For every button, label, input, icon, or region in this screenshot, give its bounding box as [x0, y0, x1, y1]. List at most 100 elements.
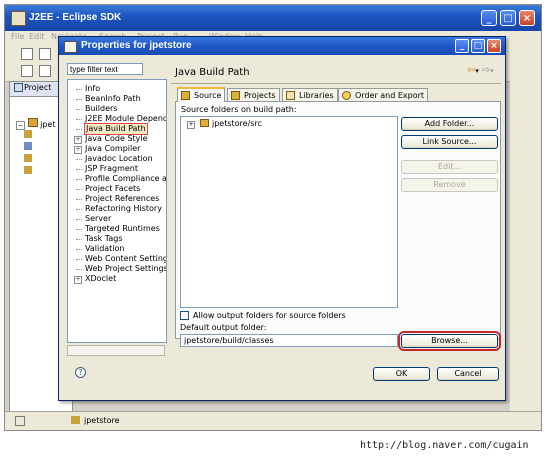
status-bar: jpetstore: [5, 411, 541, 430]
dialog-title-bar: Properties for jpetstore _ □ ×: [59, 37, 505, 55]
project-icon: [71, 416, 80, 424]
nav-item[interactable]: Java Compiler: [85, 144, 140, 154]
source-folder-icon: [200, 119, 209, 127]
add-folder-button[interactable]: Add Folder...: [401, 117, 498, 131]
default-output-field[interactable]: jpetstore/build/classes: [180, 334, 398, 347]
expand-icon[interactable]: +: [74, 136, 82, 144]
maximize-icon[interactable]: □: [500, 10, 516, 26]
allow-output-folders-checkbox[interactable]: [180, 311, 189, 320]
project-icon: [231, 91, 240, 100]
collapse-icon[interactable]: −: [16, 121, 26, 130]
tree-connector: [76, 159, 82, 160]
tree-project-label: jpet: [40, 120, 56, 129]
link-source-button[interactable]: Link Source...: [401, 135, 498, 149]
tree-connector: [76, 99, 82, 100]
library-icon[interactable]: [24, 142, 32, 150]
chevron-down-icon[interactable]: ▾: [475, 67, 479, 75]
run-icon[interactable]: [39, 65, 51, 77]
forward-arrow-icon[interactable]: ⇨: [482, 65, 490, 76]
tree-connector: [76, 169, 82, 170]
tab-libraries[interactable]: Libraries: [282, 88, 338, 102]
close-icon[interactable]: ×: [519, 10, 535, 26]
chevron-down-icon[interactable]: ▾: [490, 67, 494, 75]
tree-connector: [76, 269, 82, 270]
cancel-button[interactable]: Cancel: [437, 367, 499, 381]
nav-item[interactable]: JSP Fragment: [85, 164, 138, 174]
nav-item[interactable]: Project Facets: [85, 184, 140, 194]
tree-connector: [76, 209, 82, 210]
nav-item[interactable]: Server: [85, 214, 111, 224]
tree-connector: [76, 199, 82, 200]
nav-history: ⇦▾ ⇨▾: [467, 65, 501, 77]
tree-project-root[interactable]: − jpet: [16, 118, 56, 130]
right-view-area: [510, 43, 541, 411]
allow-output-folders-label: Allow output folders for source folders: [193, 311, 346, 320]
save-icon[interactable]: [39, 48, 51, 60]
header-separator: [171, 83, 501, 84]
nav-horizontal-scrollbar[interactable]: [67, 345, 165, 356]
minimize-icon[interactable]: _: [481, 10, 497, 26]
tab-libraries-label: Libraries: [299, 91, 334, 100]
nav-item[interactable]: Web Project Settings: [85, 264, 166, 274]
minimize-icon[interactable]: _: [455, 39, 469, 53]
nav-item[interactable]: Refactoring History: [85, 204, 162, 214]
nav-item-java-build-path[interactable]: Java Build Path: [84, 123, 148, 135]
order-icon: [342, 91, 351, 100]
status-text: jpetstore: [84, 416, 120, 425]
nav-item[interactable]: Project References: [85, 194, 159, 204]
expand-icon[interactable]: +: [187, 121, 195, 129]
nav-item[interactable]: Builders: [85, 104, 117, 114]
eclipse-title: J2EE - Eclipse SDK: [29, 12, 122, 23]
nav-item[interactable]: Web Content Settings: [85, 254, 166, 264]
filter-input[interactable]: [67, 63, 143, 75]
page-title: Java Build Path: [175, 67, 250, 78]
tab-order-export-label: Order and Export: [355, 91, 425, 100]
property-nav-tree: Info BeanInfo Path Builders J2EE Module Dep…: [67, 79, 167, 343]
nav-item[interactable]: XDoclet: [85, 274, 116, 284]
tab-source-label: Source: [194, 91, 222, 100]
eclipse-app-icon: [11, 11, 26, 26]
tab-projects-label: Projects: [244, 91, 276, 100]
folder-icon[interactable]: [24, 166, 32, 174]
source-folders-label: Source folders on build path:: [181, 105, 297, 114]
expand-icon[interactable]: +: [74, 276, 82, 284]
nav-item[interactable]: Javadoc Location: [85, 154, 153, 164]
source-folder-list[interactable]: [180, 116, 398, 308]
properties-dialog: Properties for jpetstore _ □ × InfoBeanI…: [58, 36, 506, 401]
nav-item[interactable]: Info: [85, 84, 100, 94]
nav-item[interactable]: Validation: [85, 244, 125, 254]
tab-order-export[interactable]: Order and Export: [338, 88, 429, 102]
menu-edit[interactable]: Edit: [29, 32, 45, 41]
remove-button[interactable]: Remove: [401, 178, 498, 192]
tab-source[interactable]: Source: [177, 87, 226, 102]
folder-icon[interactable]: [24, 130, 32, 138]
nav-item[interactable]: Java Code Style: [85, 134, 148, 144]
edit-button[interactable]: Edit...: [401, 160, 498, 174]
default-output-label: Default output folder:: [180, 323, 267, 332]
new-icon[interactable]: [21, 48, 33, 60]
nav-item[interactable]: Task Tags: [85, 234, 123, 244]
menu-file[interactable]: File: [11, 32, 24, 41]
dialog-icon: [64, 41, 77, 53]
nav-item[interactable]: J2EE Module Depenc: [85, 114, 166, 124]
maximize-icon[interactable]: □: [471, 39, 485, 53]
status-icon: [15, 416, 25, 426]
folder-icon[interactable]: [24, 154, 32, 162]
nav-item[interactable]: Targeted Runtimes: [85, 224, 160, 234]
source-folder-icon: [181, 91, 190, 100]
project-icon: [27, 118, 38, 127]
library-icon: [286, 91, 295, 100]
nav-item[interactable]: Profile Compliance a: [85, 174, 166, 184]
debug-icon[interactable]: [21, 65, 33, 77]
dialog-title: Properties for jpetstore: [81, 40, 192, 51]
ok-button[interactable]: OK: [373, 367, 430, 381]
expand-icon[interactable]: +: [74, 146, 82, 154]
close-icon[interactable]: ×: [487, 39, 501, 53]
browse-button[interactable]: Browse...: [398, 331, 501, 351]
tab-projects[interactable]: Projects: [227, 88, 280, 102]
tree-connector: [76, 119, 82, 120]
help-icon[interactable]: ?: [75, 367, 86, 378]
source-folder-item[interactable]: jpetstore/src: [212, 119, 262, 128]
eclipse-title-bar: J2EE - Eclipse SDK _ □ ×: [5, 5, 541, 31]
nav-item[interactable]: BeanInfo Path: [85, 94, 141, 104]
